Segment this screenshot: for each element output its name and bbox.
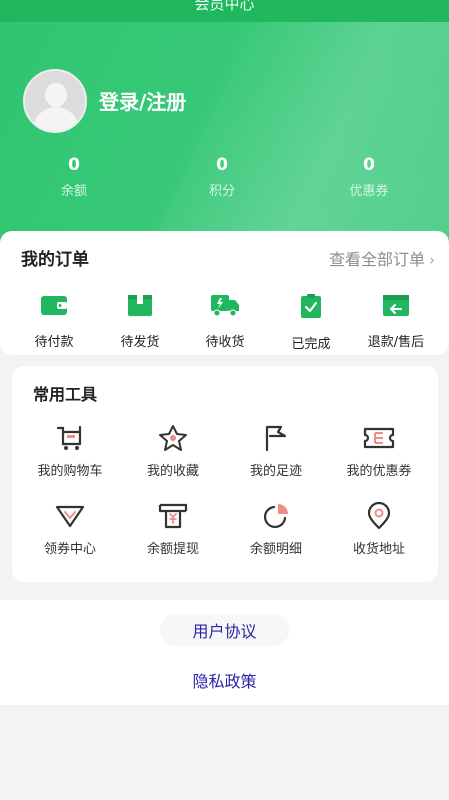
star-icon — [159, 425, 187, 451]
stat-points-value: 0 — [216, 155, 228, 175]
order-refund[interactable]: 退款/售后 — [356, 293, 436, 350]
order-pending-shipment-label: 待发货 — [120, 335, 160, 350]
tool-favorites[interactable]: 我的收藏 — [123, 424, 223, 479]
order-pending-payment-label: 待付款 — [34, 335, 74, 350]
user-agreement-link[interactable]: 用户协议 — [0, 614, 449, 646]
order-completed[interactable]: 已完成 — [271, 293, 351, 352]
clipboard-check-icon — [301, 294, 321, 318]
chevron-right-icon: › — [429, 251, 435, 269]
tool-coupon-center-label: 领券中心 — [43, 542, 96, 557]
stat-balance-label: 余额 — [60, 184, 87, 199]
privacy-policy-link[interactable]: 隐私政策 — [0, 668, 449, 692]
tool-balance-details[interactable]: 余额明细 — [226, 502, 326, 557]
tool-balance-details-label: 余额明细 — [249, 542, 302, 557]
login-register-link[interactable]: 登录/注册 — [99, 86, 186, 115]
avatar-body-shape — [33, 107, 79, 131]
package-icon — [128, 295, 152, 316]
tool-footprints[interactable]: 我的足迹 — [226, 424, 326, 479]
pie-icon — [263, 504, 288, 529]
avatar[interactable] — [23, 69, 87, 133]
avatar-head-shape — [45, 83, 67, 107]
tool-my-coupons[interactable]: 我的优惠券 — [329, 424, 429, 479]
location-icon — [367, 502, 391, 530]
page-title: 会员中心 — [194, 0, 255, 13]
tool-cart[interactable]: 我的购物车 — [20, 424, 120, 479]
truck-icon — [211, 295, 239, 317]
view-all-orders-label: 查看全部订单 — [328, 250, 425, 269]
wallet-icon — [41, 296, 67, 315]
withdraw-icon — [158, 503, 188, 529]
diamond-icon — [55, 505, 85, 528]
tools-title: 常用工具 — [33, 385, 98, 404]
stat-coupons-label: 优惠券 — [349, 184, 389, 199]
order-refund-label: 退款/售后 — [367, 335, 425, 350]
refund-icon — [383, 295, 409, 316]
stat-points-label: 积分 — [208, 184, 235, 199]
tool-address-label: 收货地址 — [352, 542, 405, 557]
tool-my-coupons-label: 我的优惠券 — [346, 464, 412, 479]
tool-address[interactable]: 收货地址 — [329, 502, 429, 557]
tool-favorites-label: 我的收藏 — [146, 464, 199, 479]
tools-card: 常用工具 我的购物车 我的收藏 我的足迹 我的优惠券 领券中心 余额提现 余额明… — [12, 366, 438, 582]
tool-withdraw-label: 余额提现 — [146, 542, 199, 557]
tool-cart-label: 我的购物车 — [37, 464, 103, 479]
flag-icon — [265, 425, 287, 452]
order-pending-payment[interactable]: 待付款 — [14, 293, 94, 350]
order-completed-label: 已完成 — [291, 337, 331, 352]
profile-header: 会员中心 登录/注册 0 余额 0 积分 0 优惠券 — [0, 0, 449, 260]
page-title-bar: 会员中心 — [0, 0, 449, 22]
order-pending-receipt-label: 待收货 — [205, 335, 245, 350]
tool-coupon-center[interactable]: 领券中心 — [20, 502, 120, 557]
view-all-orders-link[interactable]: 查看全部订单 › — [329, 246, 435, 270]
privacy-policy-label: 隐私政策 — [192, 672, 257, 691]
tool-footprints-label: 我的足迹 — [249, 464, 302, 479]
stat-coupons[interactable]: 0 优惠券 — [319, 154, 419, 199]
order-pending-receipt[interactable]: 待收货 — [185, 293, 265, 350]
orders-title: 我的订单 — [21, 250, 89, 270]
policy-links: 用户协议 隐私政策 — [0, 600, 449, 705]
stat-points[interactable]: 0 积分 — [172, 154, 272, 199]
stat-balance-value: 0 — [68, 155, 80, 175]
coupon-icon — [363, 427, 395, 449]
tool-withdraw[interactable]: 余额提现 — [123, 502, 223, 557]
cart-icon — [56, 425, 82, 450]
stat-coupons-value: 0 — [363, 155, 375, 175]
stat-balance[interactable]: 0 余额 — [24, 154, 124, 199]
user-agreement-label: 用户协议 — [160, 614, 289, 646]
order-pending-shipment[interactable]: 待发货 — [100, 293, 180, 350]
orders-card: 我的订单 查看全部订单 › 待付款 待发货 待收货 已完成 退款/售后 — [0, 231, 449, 355]
